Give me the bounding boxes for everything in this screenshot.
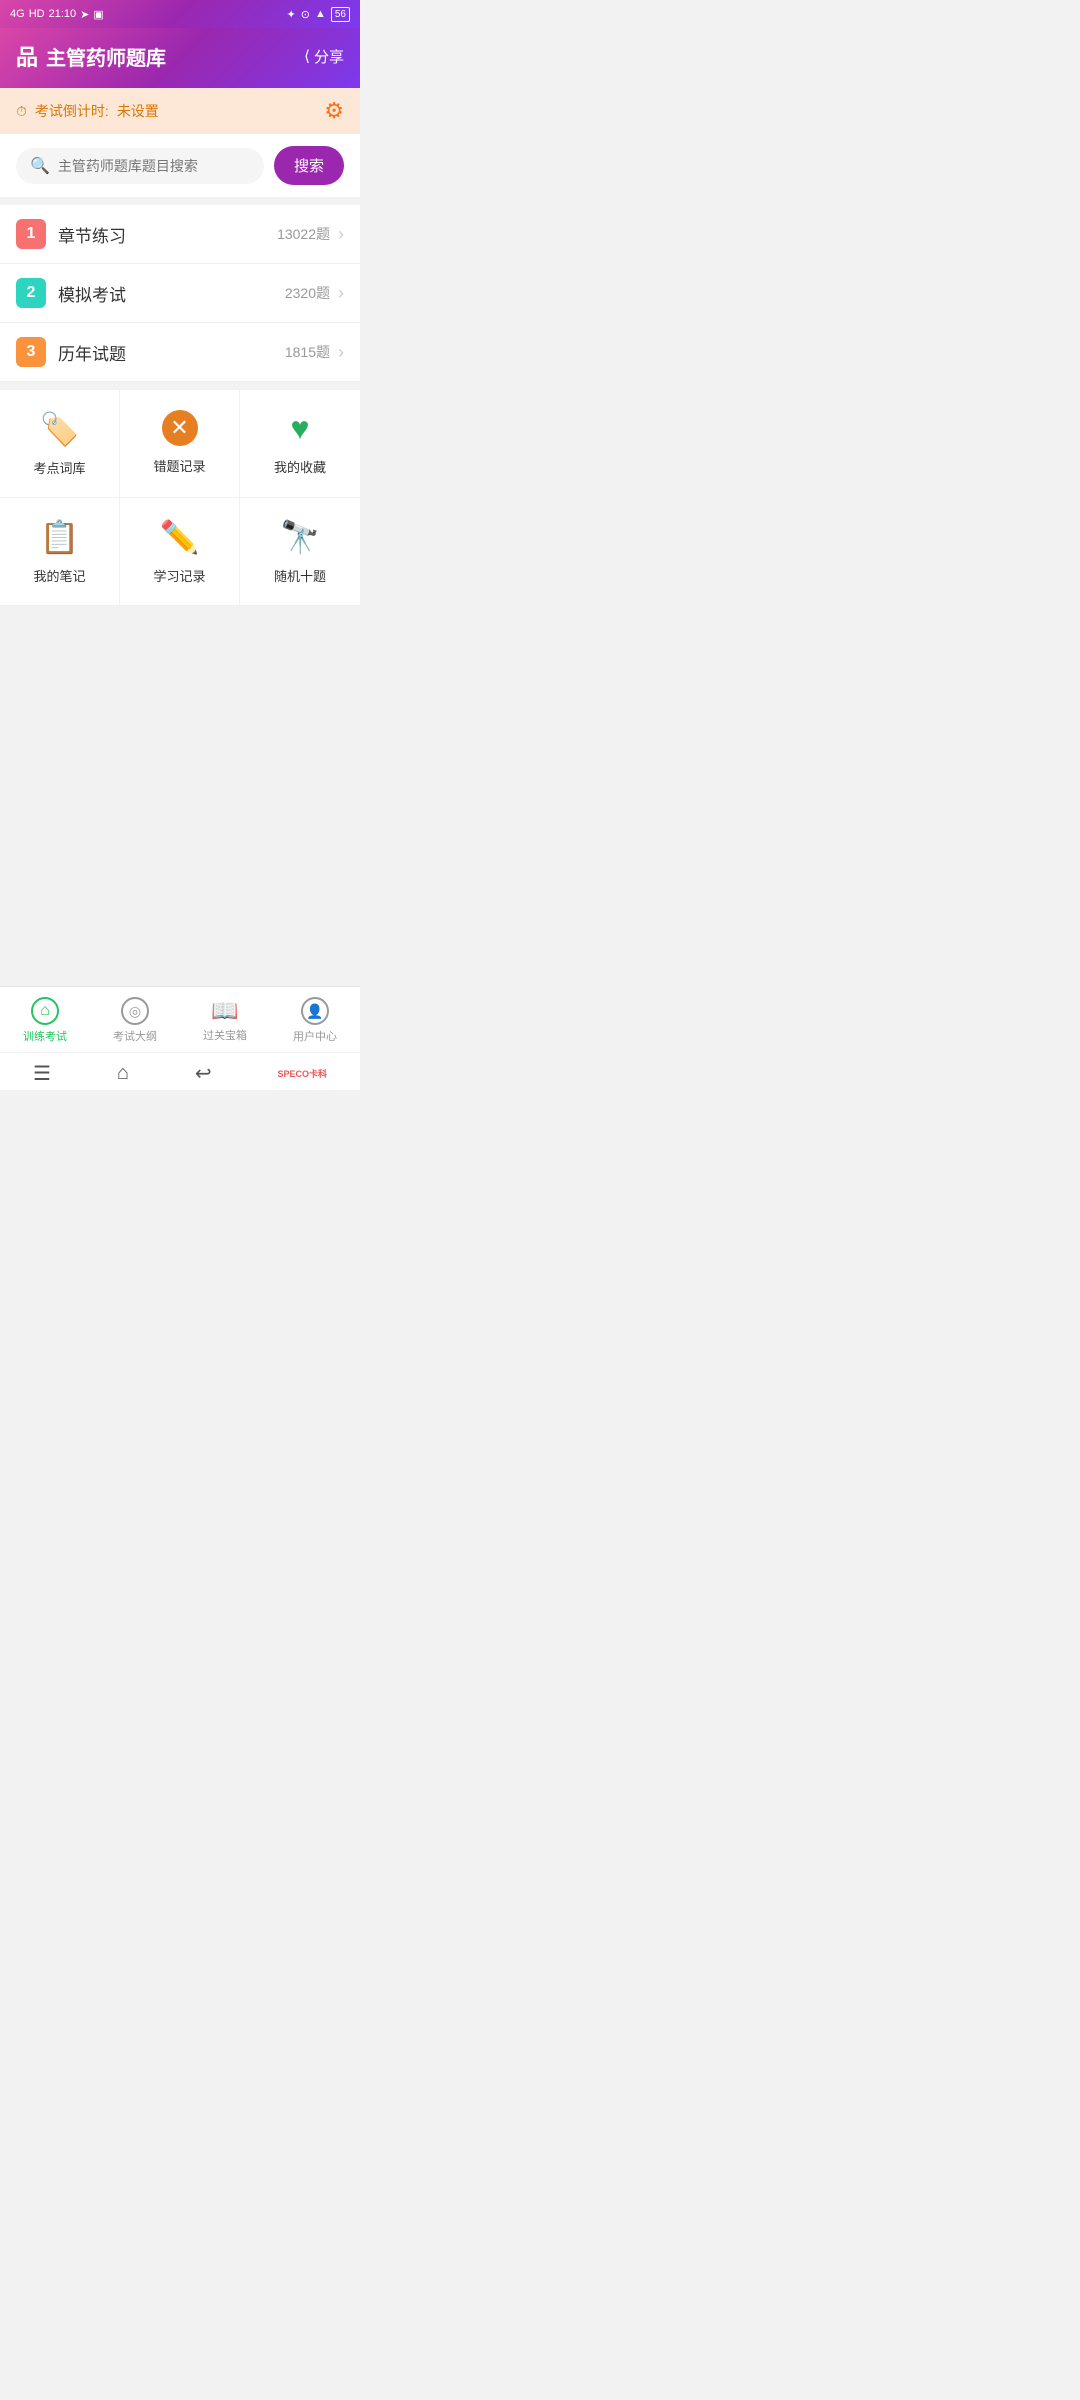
clock-icon: ⏱ — [16, 103, 27, 120]
suiji-icon: 🔭 — [280, 518, 320, 556]
shoucang-label: 我的收藏 — [274, 457, 326, 476]
search-input[interactable] — [58, 158, 250, 174]
app-title: 主管药师题库 — [46, 42, 166, 71]
media-icon: ▣ — [93, 8, 103, 21]
chevron-icon-1: › — [338, 224, 344, 245]
status-right: ✦ ⊙ ▲ 56 — [287, 7, 350, 22]
search-input-wrapper: 🔍 — [16, 148, 264, 184]
chevron-icon-3: › — [338, 342, 344, 363]
header-left: 品 主管药师题库 — [16, 40, 166, 72]
category-count-3: 1815题 — [285, 342, 330, 362]
user-label: 用户中心 — [293, 1028, 337, 1044]
speco-logo: SPECO卡科 — [278, 1067, 328, 1080]
xuexi-icon: ✏️ — [160, 518, 200, 556]
nav-item-user[interactable]: 👤 用户中心 — [270, 987, 360, 1052]
biji-icon: 📋 — [40, 518, 80, 556]
category-item-1[interactable]: 1 章节练习 13022题 › — [0, 205, 360, 264]
category-count-1: 13022题 — [277, 224, 330, 244]
app-icon: 品 — [16, 40, 38, 72]
grid-item-suiji[interactable]: 🔭 随机十题 — [240, 498, 360, 605]
hd-badge: HD — [29, 8, 45, 20]
treasure-label: 过关宝箱 — [203, 1027, 247, 1043]
search-icon: 🔍 — [30, 156, 50, 176]
system-bar: ☰ ⌂ ↩ SPECO卡科 — [0, 1052, 360, 1090]
outline-label: 考试大纲 — [113, 1028, 157, 1044]
bottom-nav: ⌂ 训练考试 ◎ 考试大纲 📖 过关宝箱 👤 用户中心 — [0, 986, 360, 1052]
status-bar: 4G HD 21:10 ➤ ▣ ✦ ⊙ ▲ 56 — [0, 0, 360, 28]
xuexi-label: 学习记录 — [153, 566, 205, 585]
grid-section: 🏷️ 考点词库 ✕ 错题记录 ♥ 我的收藏 📋 我的笔记 ✏️ 学习记录 🔭 随… — [0, 390, 360, 606]
grid-row-1: 🏷️ 考点词库 ✕ 错题记录 ♥ 我的收藏 — [0, 390, 360, 498]
share-label: 分享 — [314, 46, 344, 67]
bluetooth-icon: ✦ — [287, 8, 296, 21]
back-button[interactable]: ↩ — [195, 1061, 212, 1086]
category-item-3[interactable]: 3 历年试题 1815题 › — [0, 323, 360, 382]
category-num-1: 1 — [16, 219, 46, 249]
cuoti-icon: ✕ — [162, 410, 198, 446]
kaodian-icon: 🏷️ — [40, 410, 80, 448]
menu-button[interactable]: ☰ — [33, 1061, 51, 1086]
status-left: 4G HD 21:10 ➤ ▣ — [10, 8, 104, 21]
countdown-label: 考试倒计时: — [35, 101, 109, 121]
grid-item-kaodian[interactable]: 🏷️ 考点词库 — [0, 390, 120, 497]
share-icon: ⟨ — [304, 47, 310, 65]
share-button[interactable]: ⟨ 分享 — [304, 46, 344, 67]
wifi-icon: ▲ — [315, 8, 326, 20]
kaodian-label: 考点词库 — [33, 458, 85, 477]
category-list: 1 章节练习 13022题 › 2 模拟考试 2320题 › 3 历年试题 18… — [0, 205, 360, 382]
grid-item-xuexi[interactable]: ✏️ 学习记录 — [120, 498, 240, 605]
battery-indicator: 56 — [331, 7, 350, 22]
countdown-value: 未设置 — [117, 101, 159, 121]
nav-item-train[interactable]: ⌂ 训练考试 — [0, 987, 90, 1052]
search-bar: 🔍 搜索 — [0, 134, 360, 197]
category-count-2: 2320题 — [285, 283, 330, 303]
shoucang-icon: ♥ — [291, 410, 310, 447]
exam-countdown-bar: ⏱ 考试倒计时: 未设置 ⚙ — [0, 88, 360, 134]
grid-item-cuoti[interactable]: ✕ 错题记录 — [120, 390, 240, 497]
time-display: 21:10 — [49, 8, 77, 20]
alarm-icon: ⊙ — [301, 8, 310, 21]
direction-icon: ➤ — [80, 8, 89, 21]
user-icon: 👤 — [301, 997, 329, 1025]
category-num-2: 2 — [16, 278, 46, 308]
chevron-icon-2: › — [338, 283, 344, 304]
settings-icon[interactable]: ⚙ — [324, 98, 344, 124]
countdown-info: ⏱ 考试倒计时: 未设置 — [16, 101, 159, 121]
cuoti-label: 错题记录 — [153, 456, 205, 475]
empty-content-area — [0, 606, 360, 986]
biji-label: 我的笔记 — [33, 566, 85, 585]
category-name-1: 章节练习 — [58, 222, 277, 247]
home-button[interactable]: ⌂ — [117, 1062, 129, 1085]
category-name-2: 模拟考试 — [58, 281, 285, 306]
category-num-3: 3 — [16, 337, 46, 367]
outline-icon: ◎ — [121, 997, 149, 1025]
nav-item-outline[interactable]: ◎ 考试大纲 — [90, 987, 180, 1052]
grid-row-2: 📋 我的笔记 ✏️ 学习记录 🔭 随机十题 — [0, 498, 360, 606]
grid-item-shoucang[interactable]: ♥ 我的收藏 — [240, 390, 360, 497]
category-item-2[interactable]: 2 模拟考试 2320题 › — [0, 264, 360, 323]
treasure-icon: 📖 — [211, 998, 238, 1024]
search-button[interactable]: 搜索 — [274, 146, 344, 185]
suiji-label: 随机十题 — [274, 566, 326, 585]
signal-icon: 4G — [10, 8, 25, 20]
nav-item-treasure[interactable]: 📖 过关宝箱 — [180, 988, 270, 1051]
grid-item-biji[interactable]: 📋 我的笔记 — [0, 498, 120, 605]
category-name-3: 历年试题 — [58, 340, 285, 365]
header: 品 主管药师题库 ⟨ 分享 — [0, 28, 360, 88]
train-icon: ⌂ — [31, 997, 59, 1025]
train-label: 训练考试 — [23, 1028, 67, 1044]
